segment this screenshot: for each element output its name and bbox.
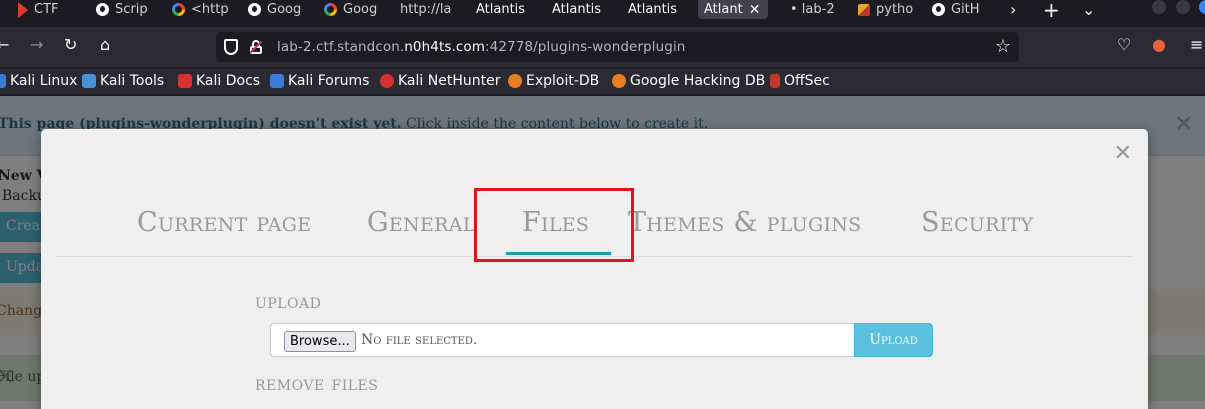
annotation-highlight-box <box>474 188 634 262</box>
kali-docs-icon <box>178 74 192 88</box>
back-icon[interactable]: ← <box>0 35 9 54</box>
browser-tab[interactable]: Goog <box>248 0 304 19</box>
file-status-text: No file selected. <box>361 332 478 348</box>
offsec-icon <box>770 74 780 88</box>
maximize-window-icon[interactable] <box>1176 0 1190 14</box>
navigation-toolbar: ← → ↻ ⌂ lab-2.ctf.standcon.n0h4ts.com:42… <box>0 27 1205 67</box>
browser-tab[interactable]: CTF <box>18 0 59 19</box>
remove-files-section-title: remove files <box>255 371 379 395</box>
browser-tab[interactable]: Goog <box>324 0 380 19</box>
file-input[interactable]: Browse... No file selected. <box>270 323 855 357</box>
bookmark-kali-linux[interactable]: Kali Linux <box>0 73 77 89</box>
browser-tab[interactable]: Atlantis <box>552 0 601 19</box>
tab-security[interactable]: Security <box>921 207 1033 238</box>
kali-tools-icon <box>82 74 96 88</box>
bookmark-google-hacking-db[interactable]: Google Hacking DB <box>612 73 765 89</box>
github-icon <box>248 3 261 16</box>
browser-tab[interactable]: Scrip <box>96 0 152 19</box>
home-icon[interactable]: ⌂ <box>100 35 110 54</box>
address-bar[interactable]: lab-2.ctf.standcon.n0h4ts.com:42778/plug… <box>216 32 1019 62</box>
bookmarks-toolbar: Kali Linux Kali Tools Kali Docs Kali For… <box>0 69 1205 94</box>
insecure-lock-icon[interactable] <box>249 40 263 54</box>
tab-themes-plugins[interactable]: Themes & plugins <box>628 207 862 238</box>
bookmark-kali-tools[interactable]: Kali Tools <box>82 73 164 89</box>
browser-tab[interactable]: • lab-2 <box>790 0 840 19</box>
settings-modal: ✕ Current page General Files Themes & pl… <box>41 129 1148 409</box>
bookmark-exploit-db[interactable]: Exploit-DB <box>508 73 599 89</box>
github-icon <box>932 3 945 16</box>
bookmark-star-icon[interactable]: ☆ <box>995 36 1011 57</box>
close-window-icon[interactable] <box>1199 0 1205 14</box>
url-text[interactable]: lab-2.ctf.standcon.n0h4ts.com:42778/plug… <box>277 39 685 55</box>
new-tab-icon[interactable]: + <box>1043 0 1060 19</box>
minimize-window-icon[interactable] <box>1152 0 1166 14</box>
kali-dragon-icon <box>0 74 6 88</box>
forward-icon[interactable]: → <box>30 35 43 54</box>
nethunter-icon <box>380 74 394 88</box>
github-icon <box>96 3 109 16</box>
browser-tab[interactable]: <http <box>172 0 228 19</box>
python-icon <box>858 3 870 16</box>
google-icon <box>324 3 337 16</box>
bookmark-offsec[interactable]: OffSec <box>770 73 830 89</box>
browser-tab[interactable]: GitH <box>932 0 988 19</box>
ctf-flag-icon <box>18 1 28 18</box>
extension-icon[interactable]: ● <box>1152 35 1166 54</box>
tab-general[interactable]: General <box>367 207 476 238</box>
browser-tab[interactable]: Atlantis <box>628 0 677 19</box>
kali-forums-icon <box>270 74 284 88</box>
browser-tab-active[interactable]: Atlant ✕ <box>698 0 768 19</box>
bookmark-kali-nethunter[interactable]: Kali NetHunter <box>380 73 500 89</box>
menu-icon[interactable]: ≡ <box>1190 35 1203 54</box>
upload-button[interactable]: Upload <box>854 323 933 357</box>
tracking-protection-shield-icon[interactable] <box>224 39 238 55</box>
tab-current-page[interactable]: Current page <box>137 207 311 238</box>
ghdb-icon <box>612 74 626 88</box>
close-icon[interactable]: ✕ <box>749 2 761 18</box>
browser-tab[interactable]: Atlantis <box>476 0 525 19</box>
upload-section-title: upload <box>255 289 322 313</box>
browser-tab[interactable]: http://la <box>400 0 458 19</box>
list-all-tabs-icon[interactable]: ⌄ <box>1082 0 1095 19</box>
pocket-icon[interactable]: ♡ <box>1117 35 1131 54</box>
upload-form: Browse... No file selected. Upload <box>270 323 933 357</box>
exploit-db-icon <box>508 74 522 88</box>
browse-button[interactable]: Browse... <box>284 331 356 352</box>
browser-tab-strip: CTF Scrip <http Goog Goog http://la Atla… <box>0 0 1205 19</box>
browser-tab[interactable]: pytho <box>858 0 914 19</box>
bookmark-kali-docs[interactable]: Kali Docs <box>178 73 260 89</box>
reload-icon[interactable]: ↻ <box>64 35 77 54</box>
modal-close-icon[interactable]: ✕ <box>1114 141 1132 166</box>
page-content: This page (plugins-wonderplugin) doesn't… <box>0 96 1205 409</box>
google-icon <box>172 3 185 16</box>
bookmark-kali-forums[interactable]: Kali Forums <box>270 73 369 89</box>
scroll-tabs-right-icon[interactable]: › <box>1010 0 1016 19</box>
